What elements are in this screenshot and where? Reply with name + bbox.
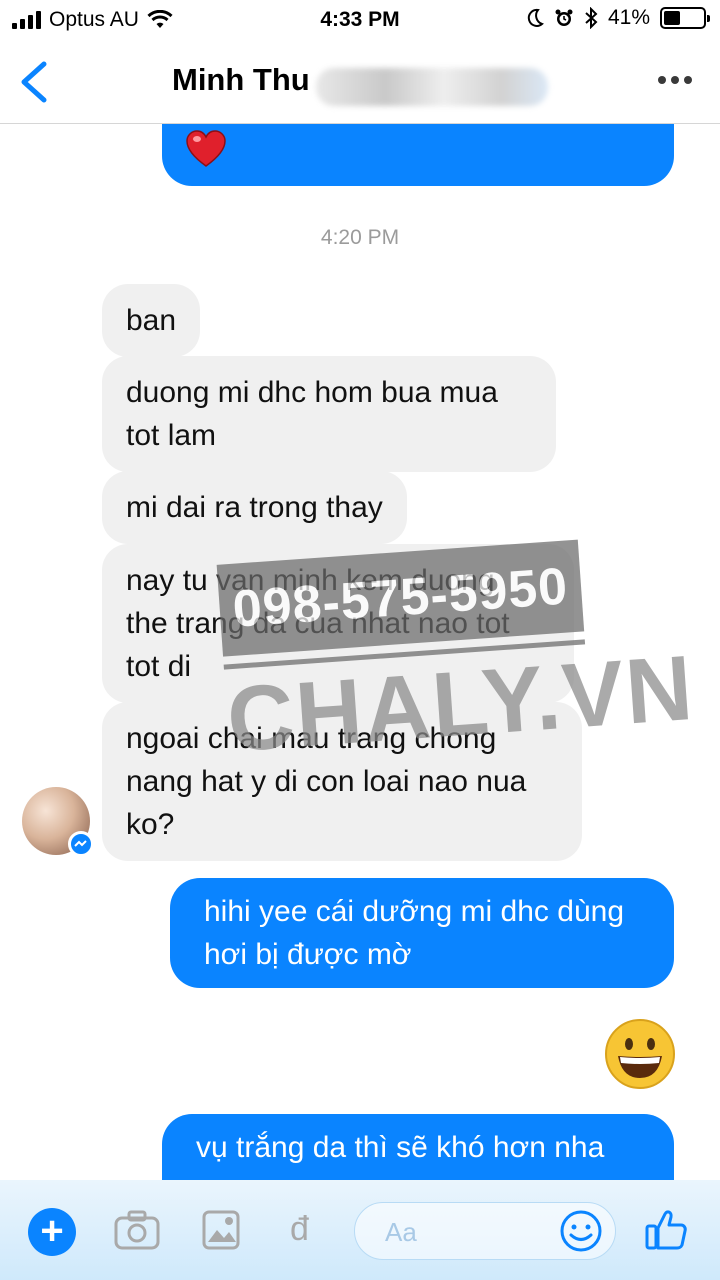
photo-icon[interactable]	[202, 1210, 240, 1250]
dong-icon[interactable]: đ	[290, 1210, 309, 1249]
smile-icon[interactable]	[559, 1209, 603, 1253]
blurred-name-region	[316, 68, 548, 106]
contact-name[interactable]: Minh Thu	[172, 62, 310, 98]
grin-emoji[interactable]	[604, 1018, 676, 1090]
camera-icon[interactable]	[114, 1210, 160, 1250]
contact-avatar[interactable]	[22, 787, 94, 857]
incoming-message[interactable]: mi dai ra trong thay	[102, 471, 407, 544]
battery-icon	[660, 7, 710, 29]
back-icon[interactable]	[14, 58, 54, 106]
outgoing-message[interactable]: hihi yee cái dưỡng mi dhc dùng hơi bị đư…	[170, 878, 674, 988]
outgoing-message[interactable]: vụ trắng da thì sẽ khó hơn nha	[162, 1114, 674, 1180]
bluetooth-icon	[585, 7, 598, 29]
like-icon[interactable]	[644, 1208, 688, 1252]
incoming-message[interactable]: ban	[102, 284, 201, 357]
incoming-message[interactable]: duong mi dhc hom bua mua tot lam	[102, 356, 556, 472]
messenger-badge-icon	[68, 831, 94, 857]
incoming-message[interactable]: ngoai chai mau trang chong nang hat y di…	[102, 702, 582, 861]
plus-icon[interactable]: +	[28, 1208, 76, 1256]
heart-emoji	[186, 130, 226, 167]
battery-fill	[664, 11, 680, 25]
moon-icon	[527, 8, 544, 27]
status-bar: Optus AU 4:33 PM 41%	[0, 0, 720, 40]
message-input[interactable]: Aa	[354, 1202, 616, 1260]
outgoing-message-heart[interactable]	[162, 124, 674, 186]
battery-percent: 41%	[607, 6, 650, 29]
conversation-header: Minh Thu	[0, 40, 720, 124]
outgoing-message-text: vụ trắng da thì sẽ khó hơn nha	[196, 1131, 605, 1164]
status-right: 41%	[526, 6, 710, 30]
incoming-message[interactable]: nay tu van minh kem duong the trang da c…	[102, 544, 574, 703]
more-icon[interactable]	[658, 76, 692, 84]
alarm-icon	[555, 9, 573, 26]
message-timestamp: 4:20 PM	[320, 226, 400, 249]
message-input-placeholder: Aa	[385, 1217, 417, 1247]
composer-bar: + đ Aa	[0, 1180, 720, 1280]
message-list[interactable]: 4:20 PM ban duong mi dhc hom bua mua tot…	[0, 124, 720, 1180]
